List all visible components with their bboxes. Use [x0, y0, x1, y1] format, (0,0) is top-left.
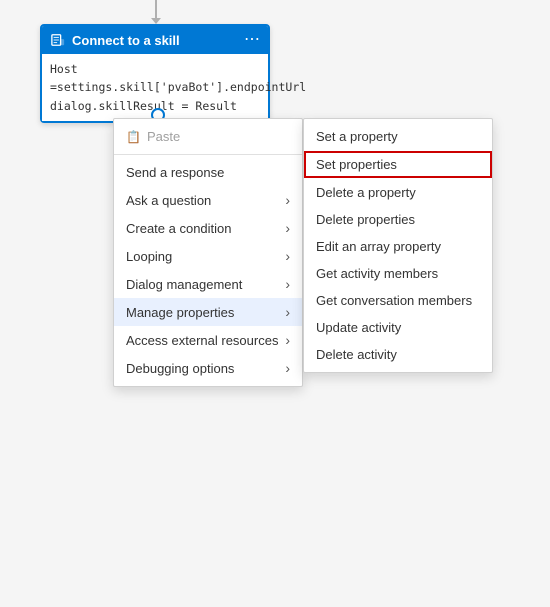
- node-line-1: Host =settings.skill['pvaBot'].endpointU…: [50, 60, 260, 97]
- node-header: Connect to a skill ⋯: [42, 26, 268, 54]
- divider-1: [114, 154, 302, 155]
- set-properties-label: Set properties: [316, 157, 397, 172]
- skill-icon: [50, 32, 66, 48]
- context-menu-sub: Set a property Set properties Delete a p…: [303, 118, 493, 373]
- get-activity-members-label: Get activity members: [316, 266, 438, 281]
- menu-item-update-activity[interactable]: Update activity: [304, 314, 492, 341]
- manage-properties-label: Manage properties: [126, 305, 234, 320]
- menu-item-delete-activity[interactable]: Delete activity: [304, 341, 492, 368]
- menu-item-looping[interactable]: Looping: [114, 242, 302, 270]
- ask-question-label: Ask a question: [126, 193, 211, 208]
- canvas: Connect to a skill ⋯ Host =settings.skil…: [0, 0, 550, 607]
- menu-item-create-condition[interactable]: Create a condition: [114, 214, 302, 242]
- set-property-label: Set a property: [316, 129, 398, 144]
- looping-label: Looping: [126, 249, 172, 264]
- node-menu-button[interactable]: ⋯: [244, 32, 260, 48]
- connector-line: [155, 0, 157, 20]
- menu-item-send-response[interactable]: Send a response: [114, 159, 302, 186]
- menu-item-edit-array-property[interactable]: Edit an array property: [304, 233, 492, 260]
- dialog-management-label: Dialog management: [126, 277, 242, 292]
- delete-properties-label: Delete properties: [316, 212, 415, 227]
- paste-label: Paste: [147, 129, 180, 144]
- menu-item-get-conversation-members[interactable]: Get conversation members: [304, 287, 492, 314]
- menu-item-debugging-options[interactable]: Debugging options: [114, 354, 302, 382]
- menu-item-get-activity-members[interactable]: Get activity members: [304, 260, 492, 287]
- context-menu-main: 📋 Paste Send a response Ask a question C…: [113, 118, 303, 387]
- get-conversation-members-label: Get conversation members: [316, 293, 472, 308]
- node-title: Connect to a skill: [72, 33, 180, 48]
- menu-item-manage-properties[interactable]: Manage properties: [114, 298, 302, 326]
- send-response-label: Send a response: [126, 165, 224, 180]
- create-condition-label: Create a condition: [126, 221, 232, 236]
- menu-item-delete-properties[interactable]: Delete properties: [304, 206, 492, 233]
- menu-item-paste[interactable]: 📋 Paste: [114, 123, 302, 150]
- menu-item-set-property[interactable]: Set a property: [304, 123, 492, 150]
- menu-item-set-properties[interactable]: Set properties: [304, 151, 492, 178]
- edit-array-property-label: Edit an array property: [316, 239, 441, 254]
- paste-icon: 📋: [126, 130, 141, 144]
- delete-activity-label: Delete activity: [316, 347, 397, 362]
- menu-item-delete-property[interactable]: Delete a property: [304, 179, 492, 206]
- access-external-label: Access external resources: [126, 333, 278, 348]
- menu-item-access-external[interactable]: Access external resources: [114, 326, 302, 354]
- menu-item-dialog-management[interactable]: Dialog management: [114, 270, 302, 298]
- menu-item-ask-question[interactable]: Ask a question: [114, 186, 302, 214]
- debugging-options-label: Debugging options: [126, 361, 234, 376]
- delete-property-label: Delete a property: [316, 185, 416, 200]
- node-header-left: Connect to a skill: [50, 32, 180, 48]
- update-activity-label: Update activity: [316, 320, 401, 335]
